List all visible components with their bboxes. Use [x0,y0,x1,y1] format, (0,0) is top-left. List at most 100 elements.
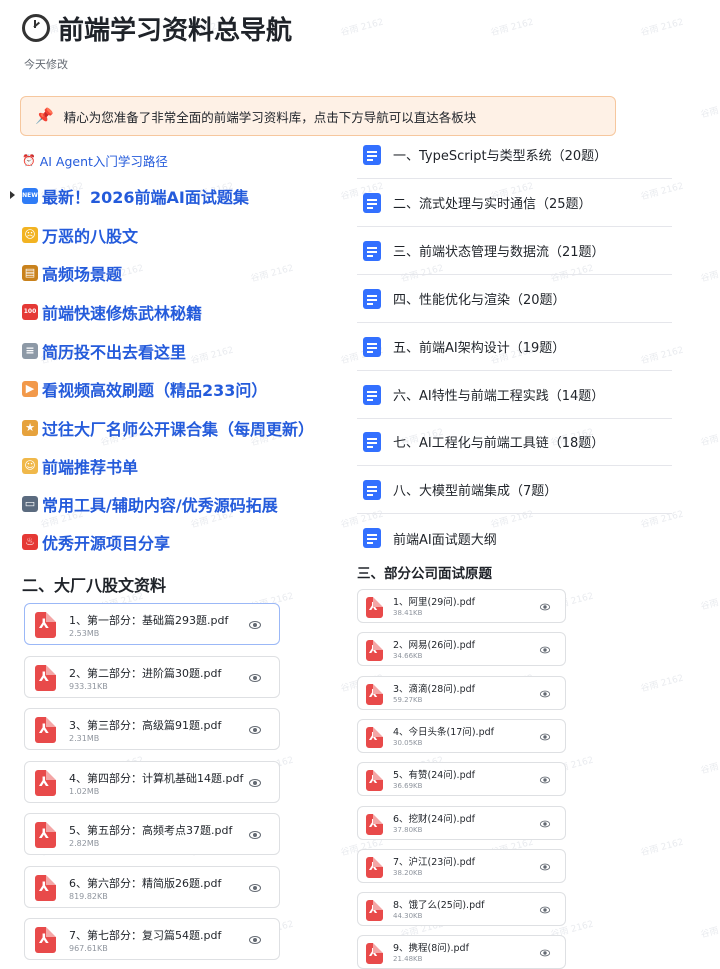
watermark-text: 谷雨 2162 [699,263,720,285]
doc-link-label: 六、AI特性与前端工程实践（14题） [393,389,605,404]
preview-eye-icon[interactable] [249,673,261,682]
doc-link-7[interactable]: 七、AI工程化与前端工具链（18题） [357,418,672,466]
pdf-glyph: ⅄ [39,879,49,895]
pdf-file-card[interactable]: ⅄ 4、第四部分：计算机基础14题.pdf 1.02MB [24,760,280,803]
preview-eye-icon[interactable] [539,603,551,611]
nav-link-ai-agent[interactable]: ⏰ AI Agent入门学习路径 [22,151,168,170]
nav-link-2[interactable]: ☹ 万恶的八股文 [22,222,138,248]
nav-link-7[interactable]: ★ 过往大厂名师公开课合集（每周更新） [22,415,314,441]
pdf-file-icon: ⅄ [366,726,383,748]
pdf-file-card[interactable]: ⅄ 2、第二部分：进阶篇30题.pdf 933.31KB [24,655,280,698]
doc-link-3[interactable]: 三、前端状态管理与数据流（21题） [357,227,672,275]
clock-icon [22,14,50,42]
preview-eye-icon[interactable] [539,776,551,784]
preview-eye-icon[interactable] [249,621,261,629]
pdf-file-card[interactable]: ⅄ 6、挖财(24问).pdf 37.80KB [357,805,566,840]
document-icon [363,288,381,309]
nav-link-9[interactable]: ▭ 常用工具/辅助内容/优秀源码拓展 [22,491,278,517]
doc-link-label: 七、AI工程化与前端工具链（18题） [393,436,605,451]
nav-link-8[interactable]: ☺ 前端推荐书单 [22,453,138,479]
nav-link-label: 前端推荐书单 [42,458,139,477]
document-icon [363,431,381,452]
nav-link-6[interactable]: ▶ 看视频高效刷题（精品233问） [22,376,267,402]
nav-link-label: 前端快速修炼武林秘籍 [42,304,203,323]
pdf-file-icon: ⅄ [366,770,383,792]
pdf-glyph: ⅄ [39,774,49,790]
watermark-text: 谷雨 2162 [699,99,720,121]
pdf-file-card[interactable]: ⅄ 1、阿里(29问).pdf 38.41KB [357,589,566,623]
pdf-file-size: 1.02MB [69,786,100,796]
preview-eye-icon[interactable] [539,906,551,914]
preview-eye-icon[interactable] [539,863,551,871]
nav-link-1[interactable]: NEW 最新！2026前端AI面试题集 [22,183,249,209]
pdf-file-card[interactable]: ⅄ 2、网易(26问).pdf 34.66KB [357,632,566,667]
preview-eye-icon[interactable] [249,726,261,734]
pdf-file-name: 3、第三部分：高级篇91题.pdf [69,719,222,732]
doc-link-8[interactable]: 八、大模型前端集成（7题） [357,466,672,514]
doc-link-label: 一、TypeScript与类型系统（20题） [393,149,608,164]
expand-triangle-icon[interactable] [10,191,15,199]
nav-emoji-icon: ☺ [22,458,38,474]
nav-link-label: 常用工具/辅助内容/优秀源码拓展 [42,496,278,515]
watermark-text: 谷雨 2162 [639,673,685,695]
doc-link-2[interactable]: 二、流式处理与实时通信（25题） [357,179,672,227]
pdf-file-card[interactable]: ⅄ 3、滴滴(28问).pdf 59.27KB [357,675,566,710]
pdf-glyph: ⅄ [39,827,49,842]
pdf-file-card[interactable]: ⅄ 1、第一部分：基础篇293题.pdf 2.53MB [24,603,280,645]
preview-eye-icon[interactable] [249,778,261,787]
watermark-text: 谷雨 2162 [699,919,720,941]
nav-link-4[interactable]: 100 前端快速修炼武林秘籍 [22,299,202,325]
preview-eye-icon[interactable] [539,646,551,654]
preview-eye-icon[interactable] [249,831,261,839]
nav-link-3[interactable]: ▤ 高频场景题 [22,260,122,286]
pdf-file-card[interactable]: ⅄ 8、饿了么(25问).pdf 44.30KB [357,892,566,927]
pdf-file-size: 21.48KB [393,955,423,964]
preview-eye-icon[interactable] [539,949,551,957]
nav-link-ai-agent-label: AI Agent入门学习路径 [39,154,168,169]
pdf-file-card[interactable]: ⅄ 5、第五部分：高频考点37题.pdf 2.82MB [24,813,280,855]
document-icon [363,384,381,405]
nav-emoji-icon: ▤ [22,265,38,281]
preview-eye-icon[interactable] [539,690,551,697]
pdf-file-size: 933.31KB [69,681,108,691]
pdf-glyph: ⅄ [369,773,378,787]
preview-eye-icon[interactable] [539,820,551,827]
nav-link-label: 优秀开源项目分享 [42,534,171,553]
doc-link-9[interactable]: 前端AI面试题大纲 [357,514,672,562]
doc-link-1[interactable]: 一、TypeScript与类型系统（20题） [357,131,672,179]
nav-link-5[interactable]: ≡ 简历投不出去看这里 [22,338,186,364]
pdf-file-size: 59.27KB [393,695,423,704]
pdf-file-name: 5、第五部分：高频考点37题.pdf [69,824,233,837]
preview-eye-icon[interactable] [249,936,261,944]
pdf-file-card[interactable]: ⅄ 7、沪江(23问).pdf 38.20KB [357,848,566,883]
doc-link-6[interactable]: 六、AI特性与前端工程实践（14题） [357,371,672,419]
pdf-file-name: 4、第四部分：计算机基础14题.pdf [69,771,244,785]
nav-link-10[interactable]: ♨ 优秀开源项目分享 [22,529,170,555]
document-icon [363,240,381,261]
pdf-glyph: ⅄ [369,600,378,613]
pdf-file-card[interactable]: ⅄ 3、第三部分：高级篇91题.pdf 2.31MB [24,708,280,750]
pdf-file-card[interactable]: ⅄ 7、第七部分：复习篇54题.pdf 967.61KB [24,918,280,960]
pdf-file-size: 819.82KB [69,891,108,901]
pushpin-icon: 📌 [35,107,54,125]
alarm-clock-icon: ⏰ [22,154,36,167]
doc-link-5[interactable]: 五、前端AI架构设计（19题） [357,323,672,371]
pdf-glyph: ⅄ [369,946,378,960]
pdf-glyph: ⅄ [39,617,49,632]
pdf-file-card[interactable]: ⅄ 6、第六部分：精简版26题.pdf 819.82KB [24,865,280,908]
nav-emoji-icon: ▭ [22,496,38,512]
pdf-file-card[interactable]: ⅄ 4、今日头条(17问).pdf 30.05KB [357,718,566,753]
doc-link-4[interactable]: 四、性能优化与渲染（20题） [357,275,672,323]
document-icon [363,528,381,548]
watermark-text: 谷雨 2162 [249,263,295,285]
pdf-file-icon: ⅄ [35,717,56,743]
preview-eye-icon[interactable] [539,733,551,741]
document-icon [363,336,381,357]
pdf-file-icon: ⅄ [366,597,383,618]
pdf-file-card[interactable]: ⅄ 9、携程(8问).pdf 21.48KB [357,935,566,969]
pdf-file-size: 2.82MB [69,839,100,848]
preview-eye-icon[interactable] [249,883,261,892]
document-icon [363,192,381,213]
pdf-file-icon: ⅄ [35,874,56,901]
pdf-file-card[interactable]: ⅄ 5、有赞(24问).pdf 36.69KB [357,762,566,797]
